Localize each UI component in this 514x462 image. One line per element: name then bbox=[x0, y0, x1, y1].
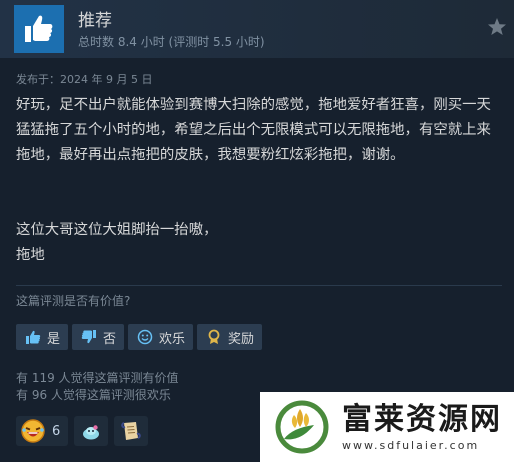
posted-date: 发布于：2024 年 9 月 5 日 bbox=[16, 73, 153, 86]
thumbs-up-icon bbox=[25, 15, 53, 42]
wheat-leaf-logo-icon bbox=[275, 400, 329, 454]
helpful-count: 有 119 人觉得这篇评测有价值 bbox=[16, 371, 179, 385]
helpful-question: 这篇评测是否有价值? bbox=[16, 294, 131, 308]
thumbs-up-icon bbox=[24, 328, 42, 346]
funny-count: 有 96 人觉得这篇评测很欢乐 bbox=[16, 388, 171, 402]
awards-row: 6 bbox=[16, 416, 149, 446]
vote-controls: 是 否 欢乐 奖励 bbox=[16, 324, 263, 350]
award-slime[interactable] bbox=[74, 416, 109, 446]
award-button[interactable]: 奖励 bbox=[197, 324, 263, 350]
vote-yes-button[interactable]: 是 bbox=[16, 324, 69, 350]
slime-award-icon bbox=[83, 425, 100, 440]
review-stats: 有 119 人觉得这篇评测有价值 有 96 人觉得这篇评测很欢乐 bbox=[16, 370, 179, 404]
playtime-hours: 总时数 8.4 小时 (评测时 5.5 小时) bbox=[78, 35, 265, 49]
watermark-name: 富莱资源网 bbox=[342, 401, 502, 437]
steam-logo-icon[interactable] bbox=[486, 16, 508, 38]
vote-funny-button[interactable]: 欢乐 bbox=[128, 324, 194, 350]
review-paragraph-1: 好玩，足不出户就能体验到赛博大扫除的感觉，拖地爱好者狂喜，刚买一天猛猛拖了五个小… bbox=[16, 97, 491, 163]
review-card: 推荐 总时数 8.4 小时 (评测时 5.5 小时) 发布于：2024 年 9 … bbox=[0, 0, 514, 462]
review-paragraph-2-line-2: 拖地 bbox=[16, 247, 45, 263]
smiley-face-icon bbox=[136, 328, 154, 346]
award-laughing[interactable]: 6 bbox=[16, 416, 69, 446]
watermark-url: www.sdfulaier.com bbox=[342, 438, 480, 452]
laughing-face-award-icon bbox=[21, 419, 45, 443]
recommended-thumb-box[interactable] bbox=[14, 5, 64, 53]
vote-no-button[interactable]: 否 bbox=[72, 324, 125, 350]
scroll-award-icon bbox=[121, 422, 142, 440]
review-paragraph-2-line-1: 这位大哥这位大姐脚抬一抬嗷， bbox=[16, 222, 218, 238]
award-label: 奖励 bbox=[228, 331, 255, 347]
vote-no-label: 否 bbox=[103, 331, 117, 347]
award-laughing-count: 6 bbox=[52, 423, 61, 439]
review-content: 好玩，足不出户就能体验到赛博大扫除的感觉，拖地爱好者狂喜，刚买一天猛猛拖了五个小… bbox=[16, 93, 502, 268]
review-verdict[interactable]: 推荐 bbox=[78, 6, 112, 31]
review-header: 推荐 总时数 8.4 小时 (评测时 5.5 小时) bbox=[0, 0, 514, 58]
thumbs-down-icon bbox=[80, 328, 98, 346]
vote-yes-label: 是 bbox=[47, 331, 61, 347]
award-scroll[interactable] bbox=[114, 416, 149, 446]
vote-funny-label: 欢乐 bbox=[159, 331, 186, 347]
divider bbox=[16, 285, 502, 286]
award-medal-icon bbox=[205, 328, 223, 346]
watermark-overlay: 富莱资源网 www.sdfulaier.com bbox=[260, 392, 514, 462]
